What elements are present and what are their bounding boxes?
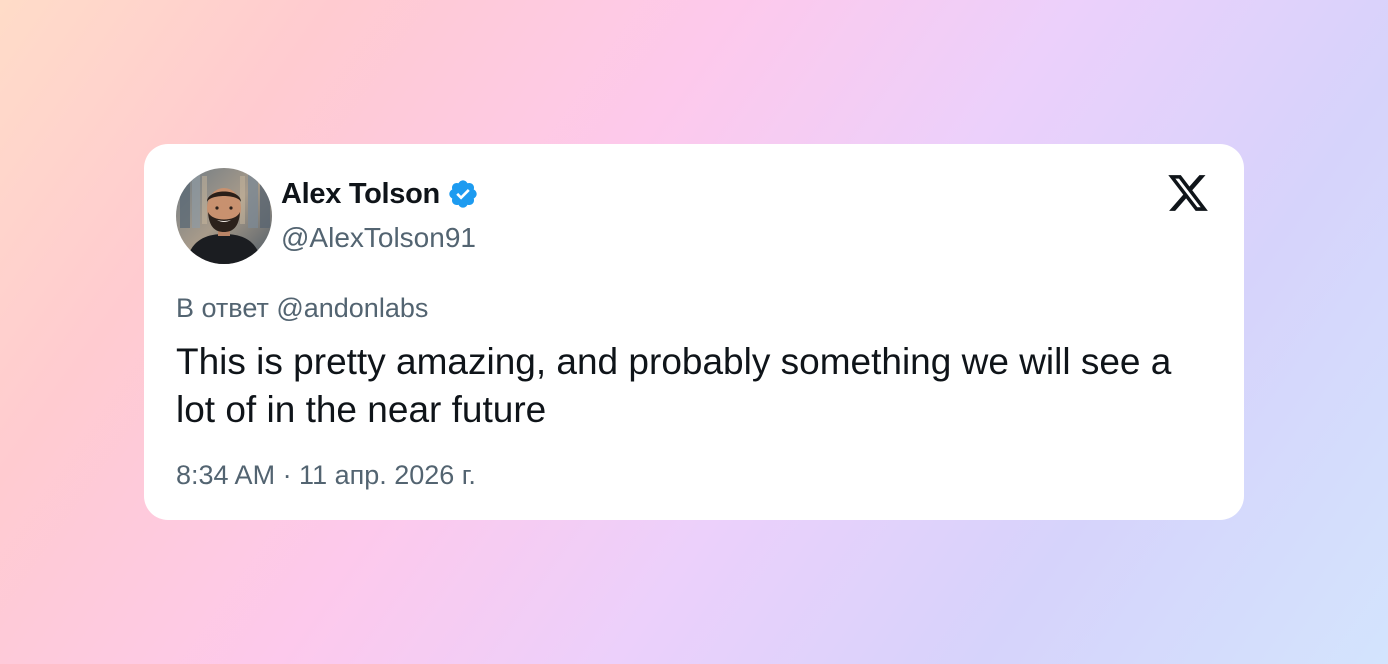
author-display-name[interactable]: Alex Tolson (281, 176, 440, 212)
avatar[interactable] (176, 168, 272, 264)
x-logo-icon[interactable] (1166, 171, 1210, 215)
verified-badge-icon (449, 180, 477, 208)
tweet-card: Alex Tolson @AlexTolson91 В ответ @andon… (144, 144, 1244, 520)
tweet-timestamp[interactable]: 8:34 AM · 11 апр. 2026 г. (176, 456, 476, 494)
author-name-row[interactable]: Alex Tolson (281, 176, 479, 212)
reply-to-line[interactable]: В ответ @andonlabs (176, 290, 428, 326)
avatar-photo (176, 168, 272, 264)
author-handle[interactable]: @AlexTolson91 (281, 220, 476, 256)
tweet-text: This is pretty amazing, and probably som… (176, 341, 1172, 430)
